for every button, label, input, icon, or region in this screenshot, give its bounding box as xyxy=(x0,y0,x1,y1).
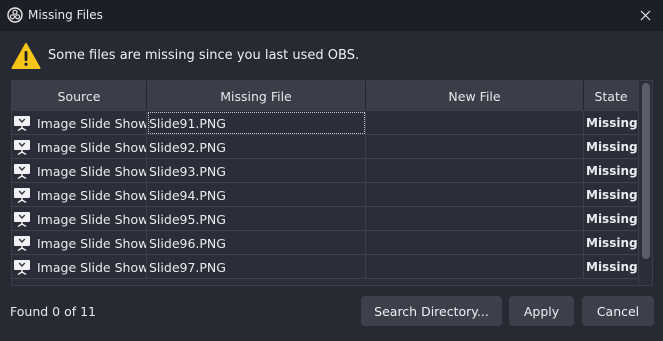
source-cell[interactable]: Image Slide Show xyxy=(12,135,147,159)
obs-logo-icon xyxy=(7,7,23,23)
source-name: Image Slide Show xyxy=(37,211,147,227)
table-row[interactable]: Image Slide Show Slide91.PNG Missing xyxy=(12,111,638,135)
state-cell: Missing xyxy=(586,188,638,202)
column-header-source[interactable]: Source xyxy=(12,81,147,111)
new-file-cell[interactable] xyxy=(366,255,584,279)
state-cell: Missing xyxy=(586,260,638,274)
slideshow-icon xyxy=(14,188,30,203)
missing-file-cell[interactable]: Slide91.PNG xyxy=(147,111,366,135)
slideshow-icon xyxy=(14,236,30,251)
column-header-missing-file[interactable]: Missing File xyxy=(147,81,366,111)
missing-file-cell[interactable]: Slide96.PNG xyxy=(147,231,366,255)
table-row[interactable]: Image Slide Show Slide96.PNG Missing xyxy=(12,231,638,255)
new-file-cell[interactable] xyxy=(366,159,584,183)
warning-icon xyxy=(11,43,41,69)
source-name: Image Slide Show xyxy=(37,259,147,275)
source-cell[interactable]: Image Slide Show xyxy=(12,159,147,183)
missing-file-cell[interactable]: Slide95.PNG xyxy=(147,207,366,231)
new-file-cell[interactable] xyxy=(366,231,584,255)
slideshow-icon xyxy=(14,260,30,275)
close-icon xyxy=(640,10,650,21)
window-title: Missing Files xyxy=(28,8,103,22)
new-file-cell[interactable] xyxy=(366,207,584,231)
slideshow-icon xyxy=(14,212,30,227)
missing-file-cell[interactable]: Slide92.PNG xyxy=(147,135,366,159)
source-name: Image Slide Show xyxy=(37,187,147,203)
cancel-button[interactable]: Cancel xyxy=(582,296,654,326)
missing-file-cell[interactable]: Slide93.PNG xyxy=(147,159,366,183)
source-cell[interactable]: Image Slide Show xyxy=(12,231,147,255)
apply-button[interactable]: Apply xyxy=(509,296,574,326)
dialog-body: Some files are missing since you last us… xyxy=(0,31,663,341)
table-row[interactable]: Image Slide Show Slide93.PNG Missing xyxy=(12,159,638,183)
table-row[interactable]: Image Slide Show Slide97.PNG Missing xyxy=(12,255,638,279)
new-file-cell[interactable] xyxy=(366,135,584,159)
source-cell[interactable]: Image Slide Show xyxy=(12,207,147,231)
state-cell: Missing xyxy=(586,236,638,250)
table-body: Image Slide Show Slide91.PNG Missing Image … xyxy=(12,111,638,285)
table-row[interactable]: Image Slide Show Slide95.PNG Missing xyxy=(12,207,638,231)
table-row[interactable]: Image Slide Show Slide92.PNG Missing xyxy=(12,135,638,159)
slideshow-icon xyxy=(14,140,30,155)
source-name: Image Slide Show xyxy=(37,235,147,251)
missing-files-table: Source Missing File New File State Image… xyxy=(11,80,653,286)
slideshow-icon xyxy=(14,116,30,131)
state-cell: Missing xyxy=(586,164,638,178)
found-count: Found 0 of 11 xyxy=(10,304,96,319)
search-directory-button[interactable]: Search Directory... xyxy=(361,296,502,326)
title-bar: Missing Files xyxy=(0,0,663,31)
new-file-cell[interactable] xyxy=(366,183,584,207)
close-button[interactable] xyxy=(627,0,663,31)
warning-message: Some files are missing since you last us… xyxy=(48,48,360,63)
table-header: Source Missing File New File State xyxy=(12,81,638,111)
missing-file-cell[interactable]: Slide97.PNG xyxy=(147,255,366,279)
new-file-cell[interactable] xyxy=(366,111,584,135)
source-name: Image Slide Show xyxy=(37,163,147,179)
source-cell[interactable]: Image Slide Show xyxy=(12,111,147,135)
vertical-scrollbar[interactable] xyxy=(638,81,652,285)
column-header-state[interactable]: State xyxy=(584,81,638,111)
column-header-new-file[interactable]: New File xyxy=(366,81,584,111)
state-cell: Missing xyxy=(586,116,638,130)
slideshow-icon xyxy=(14,164,30,179)
state-cell: Missing xyxy=(586,140,638,154)
scrollbar-thumb[interactable] xyxy=(642,83,650,259)
source-name: Image Slide Show xyxy=(37,115,147,131)
source-cell[interactable]: Image Slide Show xyxy=(12,183,147,207)
source-name: Image Slide Show xyxy=(37,139,147,155)
source-cell[interactable]: Image Slide Show xyxy=(12,255,147,279)
table-row[interactable]: Image Slide Show Slide94.PNG Missing xyxy=(12,183,638,207)
state-cell: Missing xyxy=(586,212,638,226)
missing-file-cell[interactable]: Slide94.PNG xyxy=(147,183,366,207)
